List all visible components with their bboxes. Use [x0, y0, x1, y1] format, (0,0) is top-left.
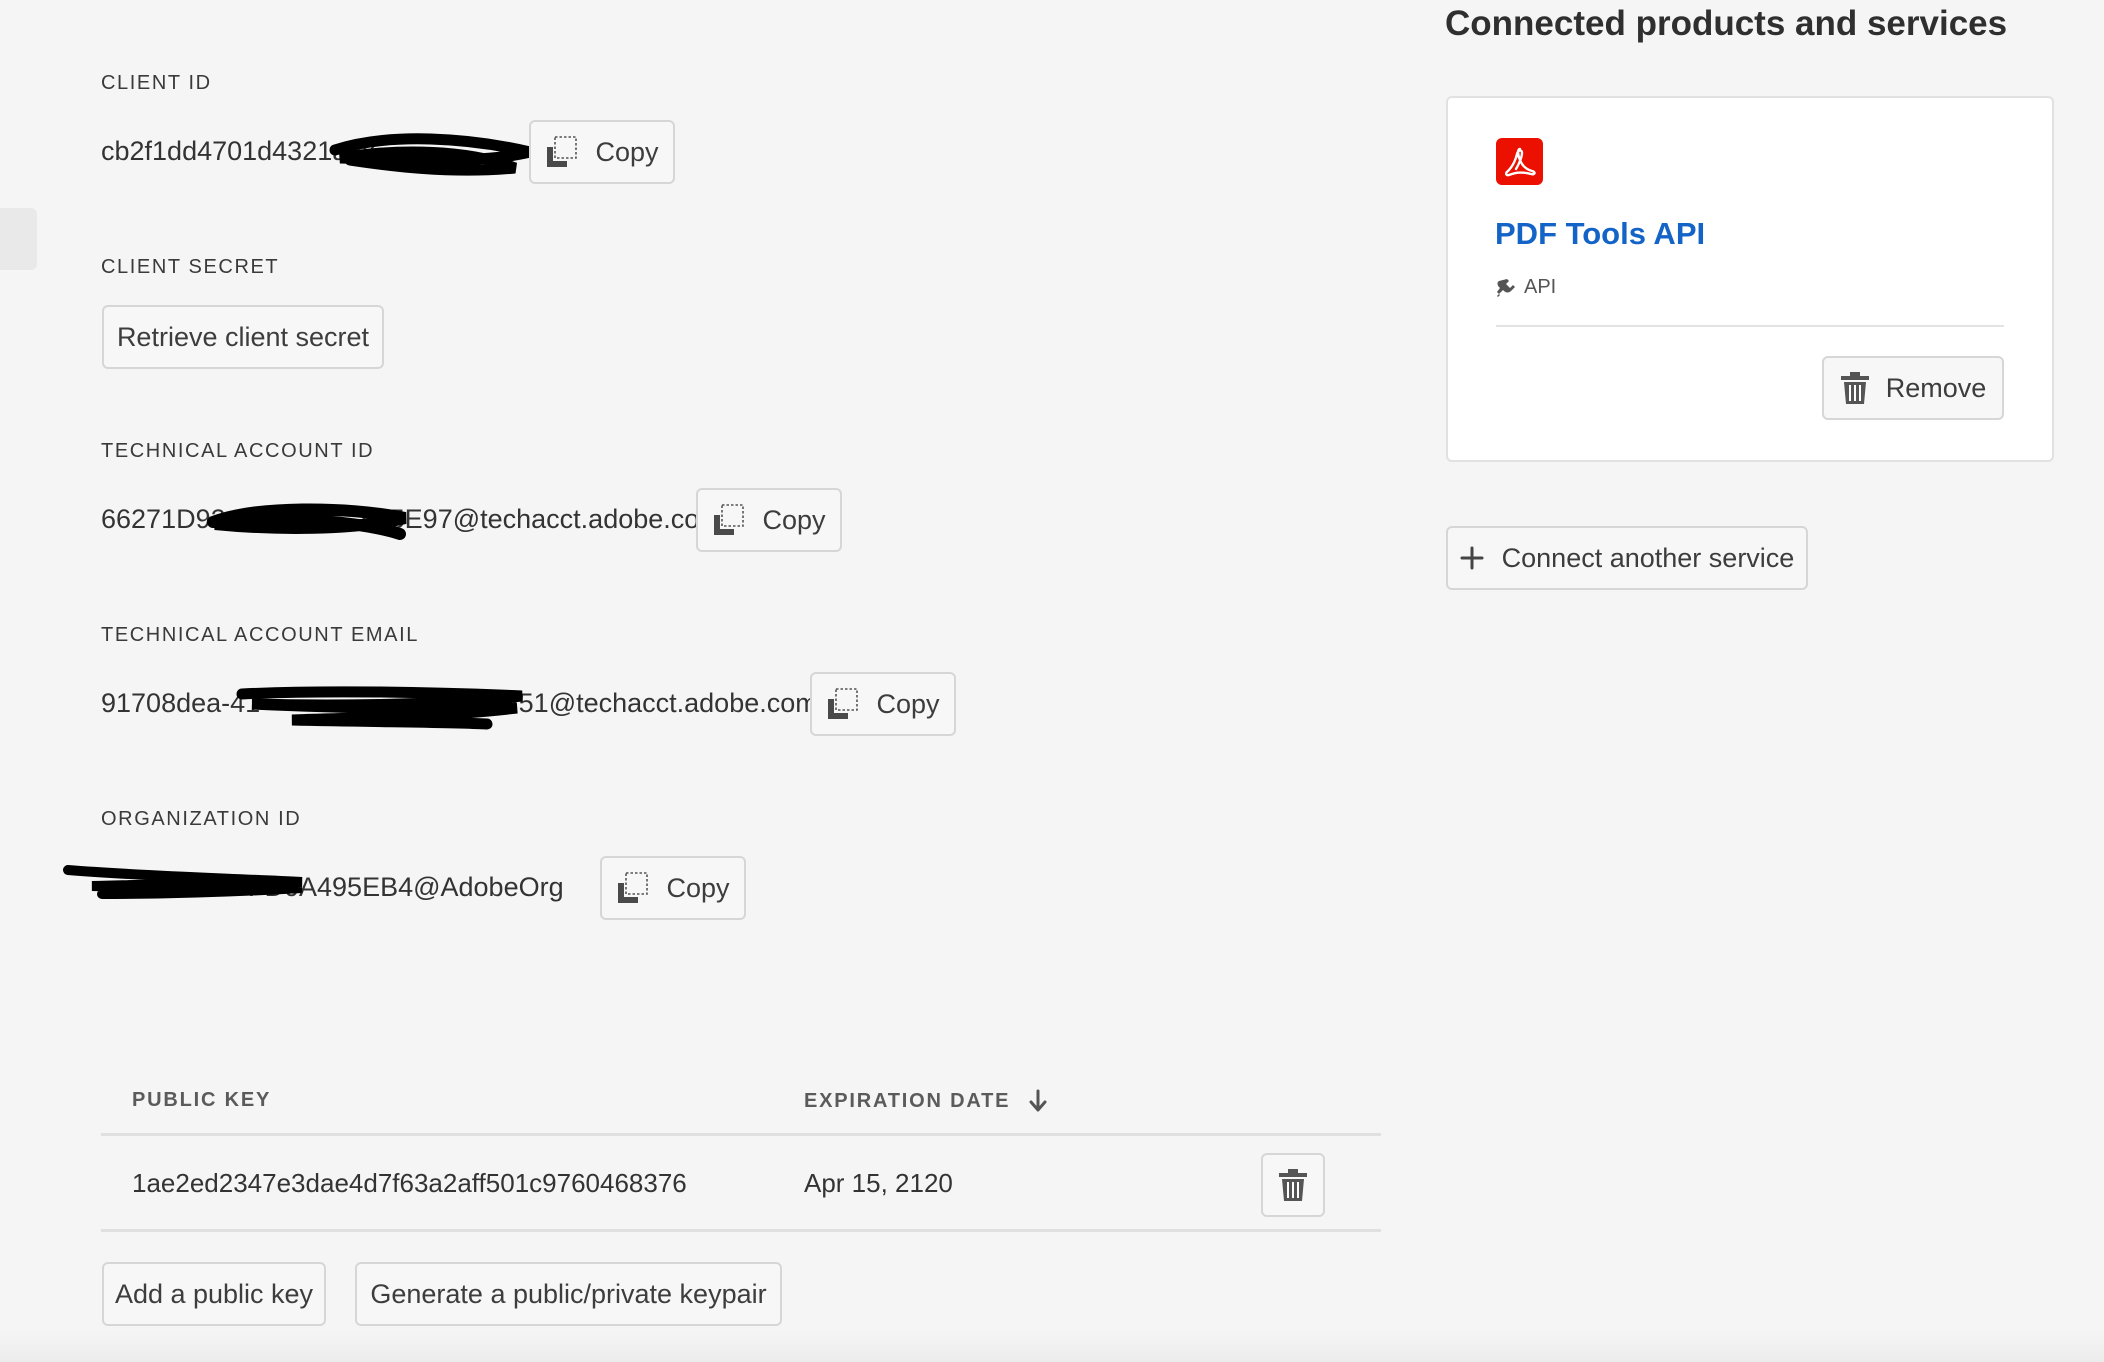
copy-technical-account-email-button[interactable]: Copy — [810, 672, 956, 736]
plus-icon — [1460, 546, 1484, 570]
redaction-mark — [63, 865, 303, 899]
card-divider — [1496, 325, 2004, 327]
add-public-key-button[interactable]: Add a public key — [102, 1262, 326, 1326]
client-secret-label: CLIENT SECRET — [101, 256, 280, 278]
public-key-value: 1ae2ed2347e3dae4d7f63a2aff501c9760468376 — [132, 1168, 687, 1198]
copy-label: Copy — [666, 872, 730, 903]
adobe-acrobat-icon — [1496, 138, 1543, 185]
retrieve-client-secret-button[interactable]: Retrieve client secret — [102, 305, 384, 369]
generate-keypair-button[interactable]: Generate a public/private keypair — [355, 1262, 782, 1326]
technical-account-id-label: TECHNICAL ACCOUNT ID — [101, 440, 375, 462]
copy-organization-id-button[interactable]: Copy — [600, 856, 746, 920]
service-title-link[interactable]: PDF Tools API — [1495, 216, 1705, 252]
side-panel-tab[interactable] — [0, 208, 37, 270]
copy-icon — [547, 136, 578, 167]
copy-technical-account-id-button[interactable]: Copy — [696, 488, 842, 552]
copy-icon — [618, 872, 649, 903]
public-key-column-header: PUBLIC KEY — [132, 1089, 272, 1111]
expiration-date-header-label: EXPIRATION DATE — [804, 1089, 1011, 1112]
copy-label: Copy — [762, 504, 826, 535]
expiration-date-column-header[interactable]: EXPIRATION DATE — [804, 1089, 1048, 1113]
copy-icon — [828, 688, 859, 719]
table-bottom-divider — [101, 1229, 1381, 1232]
connected-services-heading: Connected products and services — [1445, 4, 2008, 43]
redaction-mark — [207, 503, 407, 540]
sort-descending-icon — [1029, 1089, 1047, 1112]
copy-label: Copy — [876, 688, 940, 719]
remove-label: Remove — [1885, 372, 1987, 403]
page-bottom-shadow — [0, 1330, 2104, 1362]
trash-icon — [1840, 372, 1869, 404]
redaction-mark — [236, 686, 523, 730]
table-row: 1ae2ed2347e3dae4d7f63a2aff501c9760468376… — [101, 1136, 1381, 1230]
client-id-label: CLIENT ID — [101, 72, 212, 94]
service-type-label: API — [1524, 276, 1557, 298]
plug-icon — [1497, 278, 1515, 297]
copy-label: Copy — [595, 136, 659, 167]
copy-icon — [714, 504, 745, 535]
delete-public-key-button[interactable] — [1261, 1153, 1325, 1217]
connect-another-service-button[interactable]: Connect another service — [1446, 526, 1808, 590]
copy-client-id-button[interactable]: Copy — [529, 120, 675, 184]
remove-service-button[interactable]: Remove — [1822, 356, 2004, 420]
redaction-mark — [329, 133, 532, 176]
technical-account-email-suffix: f51@techacct.adobe.com — [511, 688, 818, 718]
technical-account-email-label: TECHNICAL ACCOUNT EMAIL — [101, 624, 419, 646]
organization-id-label: ORGANIZATION ID — [101, 808, 302, 830]
trash-icon — [1279, 1169, 1307, 1201]
service-type-tag: API — [1496, 276, 1556, 299]
expiration-date-value: Apr 15, 2120 — [804, 1168, 953, 1198]
connect-another-service-label: Connect another service — [1501, 542, 1795, 573]
